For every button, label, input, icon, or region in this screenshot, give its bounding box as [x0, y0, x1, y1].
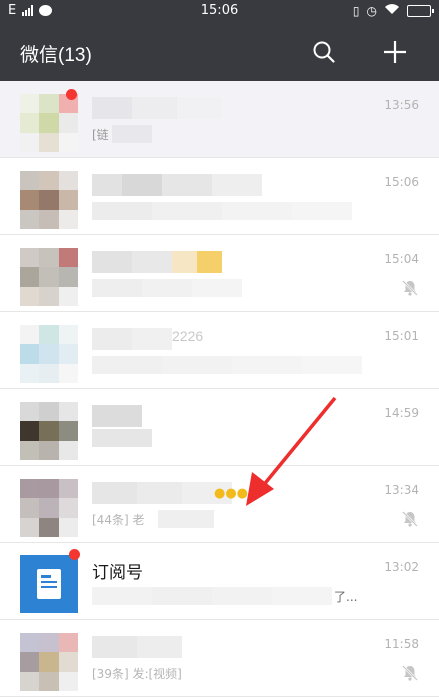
chat-time: 13:34 — [384, 483, 419, 497]
message-blurred — [92, 202, 352, 220]
chat-time: 13:02 — [384, 560, 419, 574]
unread-dot — [69, 549, 80, 560]
message-preview: [链 — [92, 128, 109, 142]
vibrate-icon: ▯ — [352, 3, 360, 18]
contact-name-blurred — [92, 328, 172, 350]
message-preview: [39条] 发:[视频] — [92, 667, 182, 681]
message-blurred — [92, 587, 332, 605]
message-blurred — [158, 510, 214, 528]
contact-name-blurred — [92, 405, 142, 427]
contact-name-blurred — [92, 636, 182, 658]
avatar — [20, 479, 78, 537]
chat-item[interactable]: 15:06 — [0, 158, 439, 235]
alarm-icon: ◷ — [366, 3, 377, 18]
page-title: 微信(13) — [20, 45, 92, 66]
chat-item[interactable]: [39条] 发:[视频] 11:58 — [0, 620, 439, 697]
avatar — [20, 94, 78, 152]
unread-dot — [66, 89, 77, 100]
battery-icon — [407, 4, 434, 17]
group-icon: ●●● — [214, 486, 249, 501]
document-icon — [37, 569, 61, 599]
contact-name-fragment: 2226 — [172, 328, 204, 344]
status-right: ▯ ◷ — [352, 3, 434, 18]
search-icon[interactable] — [308, 36, 340, 68]
chat-item-subscriptions[interactable]: 订阅号 了... 13:02 — [0, 543, 439, 620]
plus-icon[interactable] — [379, 36, 411, 68]
wifi-icon — [384, 3, 400, 18]
avatar — [20, 248, 78, 306]
contact-name: 订阅号 — [92, 563, 143, 582]
message-blurred — [92, 429, 152, 447]
chat-item[interactable]: 2226 15:01 — [0, 312, 439, 389]
chat-list: [链 13:56 15:06 15:04 2226 15:01 14:59 ●●… — [0, 81, 439, 697]
chat-time: 11:58 — [384, 637, 419, 651]
contact-name-blurred — [92, 97, 222, 119]
avatar — [20, 171, 78, 229]
chat-item[interactable]: ●●● [44条] 老 13:34 — [0, 466, 439, 543]
mute-icon — [402, 511, 418, 527]
message-blurred — [92, 356, 362, 374]
chat-time: 14:59 — [384, 406, 419, 420]
chat-time: 13:56 — [384, 98, 419, 112]
contact-name-blurred — [92, 251, 222, 273]
status-bar: E 15:06 ▯ ◷ — [0, 0, 439, 22]
avatar — [20, 402, 78, 460]
message-preview: [44条] 老 — [92, 513, 145, 527]
chat-time: 15:06 — [384, 175, 419, 189]
chat-time: 15:04 — [384, 252, 419, 266]
avatar — [20, 633, 78, 691]
contact-name-blurred — [92, 174, 262, 196]
chat-time: 15:01 — [384, 329, 419, 343]
contact-name-blurred — [92, 482, 232, 504]
message-tail: 了... — [334, 590, 358, 604]
chat-item[interactable]: [链 13:56 — [0, 81, 439, 158]
chat-item[interactable]: 15:04 — [0, 235, 439, 312]
avatar — [20, 325, 78, 383]
message-blurred — [112, 125, 152, 143]
mute-icon — [402, 280, 418, 296]
message-blurred — [92, 279, 242, 297]
nav-bar: 微信(13) — [0, 22, 439, 81]
subscription-avatar — [20, 555, 78, 613]
mute-icon — [402, 665, 418, 681]
chat-item[interactable]: 14:59 — [0, 389, 439, 466]
